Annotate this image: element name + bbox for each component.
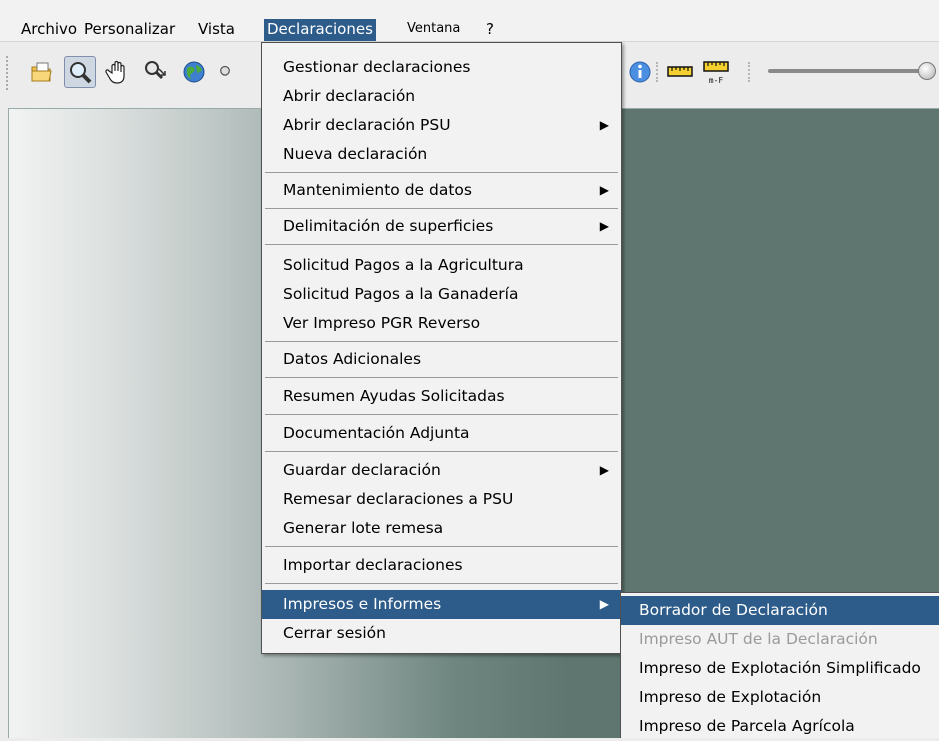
- menu-separator: [265, 341, 618, 342]
- menu-item-label: Impresos e Informes: [283, 595, 442, 613]
- submenu-item-impreso-explotacion-simplificado[interactable]: Impreso de Explotación Simplificado: [621, 654, 939, 683]
- menu-item-solicitud-pagos-ganaderia[interactable]: Solicitud Pagos a la Ganadería: [262, 280, 621, 309]
- menu-item-ver-impreso-pgr-reverso[interactable]: Ver Impreso PGR Reverso: [262, 309, 621, 338]
- menu-item-label: Datos Adicionales: [283, 350, 422, 368]
- menu-item-generar-lote-remesa[interactable]: Generar lote remesa: [262, 514, 621, 543]
- menu-item-label: Remesar declaraciones a PSU: [283, 490, 514, 508]
- toolbar-grip[interactable]: [6, 56, 9, 90]
- menu-item-label: Guardar declaración: [283, 461, 441, 479]
- submenu-item-impreso-aut: Impreso AUT de la Declaración: [621, 625, 939, 654]
- ruler-icon[interactable]: [664, 56, 696, 88]
- menu-item-impresos-e-informes[interactable]: Impresos e Informes ▶: [262, 590, 621, 619]
- menu-separator: [265, 546, 618, 547]
- menu-item-label: Resumen Ayudas Solicitadas: [283, 387, 505, 405]
- zoom-out-icon[interactable]: [216, 56, 234, 88]
- menu-item-abrir-declaracion-psu[interactable]: Abrir declaración PSU ▶: [262, 111, 621, 140]
- menu-vista[interactable]: Vista: [195, 19, 238, 41]
- toolbar-separator: [656, 62, 658, 82]
- submenu-item-label: Impreso de Explotación: [639, 688, 822, 706]
- menu-item-label: Delimitación de superficies: [283, 217, 494, 235]
- menu-separator: [265, 451, 618, 452]
- menu-item-label: Abrir declaración: [283, 87, 416, 105]
- menu-declaraciones[interactable]: Declaraciones: [264, 19, 376, 41]
- ruler-mf-icon[interactable]: m-F: [700, 56, 732, 88]
- submenu-arrow-icon: ▶: [599, 183, 609, 197]
- menu-item-label: Nueva declaración: [283, 145, 428, 163]
- menu-separator: [265, 244, 618, 245]
- menu-item-datos-adicionales[interactable]: Datos Adicionales: [262, 345, 621, 374]
- submenu-item-label: Borrador de Declaración: [639, 601, 828, 619]
- menu-item-label: Generar lote remesa: [283, 519, 444, 537]
- menu-item-remesar-declaraciones-psu[interactable]: Remesar declaraciones a PSU: [262, 485, 621, 514]
- menu-item-gestionar-declaraciones[interactable]: Gestionar declaraciones: [262, 53, 621, 82]
- menu-separator: [265, 172, 618, 173]
- globe-icon[interactable]: [178, 56, 210, 88]
- submenu-arrow-icon: ▶: [599, 463, 609, 477]
- menu-item-label: Solicitud Pagos a la Ganadería: [283, 285, 519, 303]
- info-icon[interactable]: [624, 56, 656, 88]
- submenu-item-label: Impreso de Explotación Simplificado: [639, 659, 921, 677]
- menu-item-mantenimiento-de-datos[interactable]: Mantenimiento de datos ▶: [262, 176, 621, 205]
- submenu-item-impreso-explotacion[interactable]: Impreso de Explotación: [621, 683, 939, 712]
- menu-item-label: Gestionar declaraciones: [283, 58, 471, 76]
- menu-item-label: Abrir declaración PSU: [283, 116, 451, 134]
- menu-item-importar-declaraciones[interactable]: Importar declaraciones: [262, 551, 621, 580]
- submenu-item-impreso-parcela-agricola[interactable]: Impreso de Parcela Agrícola: [621, 712, 939, 741]
- open-folder-icon[interactable]: [26, 56, 58, 88]
- menu-bar: Archivo Personalizar Vista Declaraciones…: [0, 0, 939, 42]
- menu-separator: [265, 377, 618, 378]
- submenu-arrow-icon: ▶: [599, 118, 609, 132]
- menu-item-label: Importar declaraciones: [283, 556, 463, 574]
- svg-text:m-F: m-F: [709, 76, 724, 85]
- toolbar-separator: [748, 62, 750, 82]
- menu-item-solicitud-pagos-agricultura[interactable]: Solicitud Pagos a la Agricultura: [262, 251, 621, 280]
- zoom-area-icon[interactable]: [140, 56, 172, 88]
- submenu-arrow-icon: ▶: [599, 597, 609, 611]
- menu-item-delimitacion-de-superficies[interactable]: Delimitación de superficies ▶: [262, 212, 621, 241]
- zoom-slider-track[interactable]: [768, 69, 928, 73]
- menu-item-guardar-declaracion[interactable]: Guardar declaración ▶: [262, 456, 621, 485]
- menu-item-label: Cerrar sesión: [283, 624, 386, 642]
- submenu-arrow-icon: ▶: [599, 219, 609, 233]
- menu-item-resumen-ayudas-solicitadas[interactable]: Resumen Ayudas Solicitadas: [262, 382, 621, 411]
- menu-item-cerrar-sesion[interactable]: Cerrar sesión: [262, 619, 621, 648]
- zoom-icon[interactable]: [64, 56, 96, 88]
- menu-personalizar[interactable]: Personalizar: [81, 19, 178, 41]
- menu-ventana[interactable]: Ventana: [404, 19, 463, 41]
- zoom-slider-thumb[interactable]: [918, 62, 936, 80]
- submenu-item-label: Impreso AUT de la Declaración: [639, 630, 878, 648]
- menu-separator: [265, 583, 618, 584]
- declaraciones-menu: Gestionar declaraciones Abrir declaració…: [261, 42, 622, 654]
- menu-item-abrir-declaracion[interactable]: Abrir declaración: [262, 82, 621, 111]
- menu-item-documentacion-adjunta[interactable]: Documentación Adjunta: [262, 419, 621, 448]
- menu-archivo[interactable]: Archivo: [18, 19, 80, 41]
- menu-item-label: Documentación Adjunta: [283, 424, 470, 442]
- menu-item-label: Mantenimiento de datos: [283, 181, 472, 199]
- menu-item-label: Solicitud Pagos a la Agricultura: [283, 256, 524, 274]
- submenu-item-borrador-declaracion[interactable]: Borrador de Declaración: [621, 596, 939, 625]
- impresos-submenu: Borrador de Declaración Impreso AUT de l…: [620, 592, 939, 738]
- menu-help[interactable]: ?: [483, 19, 497, 41]
- menu-item-nueva-declaracion[interactable]: Nueva declaración: [262, 140, 621, 169]
- pan-hand-icon[interactable]: [102, 56, 134, 88]
- menu-separator: [265, 208, 618, 209]
- menu-separator: [265, 414, 618, 415]
- menu-item-label: Ver Impreso PGR Reverso: [283, 314, 481, 332]
- submenu-item-label: Impreso de Parcela Agrícola: [639, 717, 855, 735]
